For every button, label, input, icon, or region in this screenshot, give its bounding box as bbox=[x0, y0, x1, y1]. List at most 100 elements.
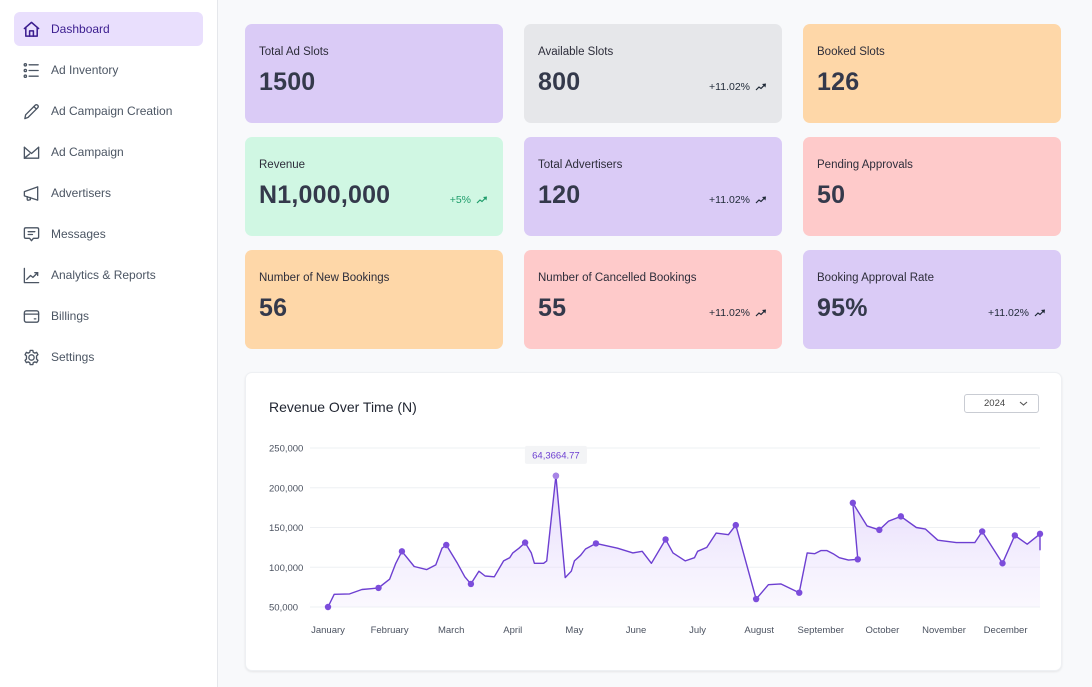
stat-card-total-ad-slots: Total Ad Slots 1500 bbox=[245, 24, 503, 123]
stat-delta: +11.02% bbox=[709, 81, 767, 93]
data-point bbox=[662, 536, 669, 543]
chart-title: Revenue Over Time (N) bbox=[269, 399, 417, 415]
tooltip-point bbox=[552, 472, 560, 480]
stat-delta: +11.02% bbox=[709, 194, 767, 206]
stat-label: Number of New Bookings bbox=[259, 272, 390, 284]
stat-label: Available Slots bbox=[538, 46, 614, 58]
x-tick-label: December bbox=[984, 625, 1028, 636]
sidebar-item-label: Ad Campaign Creation bbox=[51, 104, 173, 118]
chart-line-icon bbox=[21, 265, 41, 285]
delta-text: +5% bbox=[449, 194, 471, 206]
sidebar-item-ad-campaign[interactable]: Ad Campaign bbox=[14, 135, 203, 169]
card-icon bbox=[21, 306, 41, 326]
year-select[interactable]: 2024 bbox=[964, 394, 1039, 413]
sidebar-item-advertisers[interactable]: Advertisers bbox=[14, 176, 203, 210]
sidebar-item-analytics-reports[interactable]: Analytics & Reports bbox=[14, 258, 203, 292]
home-icon bbox=[21, 19, 41, 39]
x-tick-label: August bbox=[744, 625, 774, 636]
stat-card-revenue: Revenue N1,000,000 +5% bbox=[245, 137, 503, 236]
delta-text: +11.02% bbox=[709, 81, 750, 93]
sidebar-item-ad-inventory[interactable]: Ad Inventory bbox=[14, 53, 203, 87]
data-point bbox=[443, 541, 450, 549]
stat-delta: +11.02% bbox=[988, 307, 1046, 319]
data-point bbox=[999, 560, 1006, 567]
stat-label: Total Ad Slots bbox=[259, 46, 329, 58]
list-icon bbox=[21, 60, 41, 80]
x-tick-label: February bbox=[371, 625, 409, 636]
area-fill bbox=[328, 475, 1040, 607]
stat-label: Revenue bbox=[259, 159, 306, 171]
y-tick-label: 200,000 bbox=[269, 483, 303, 494]
sidebar-item-ad-campaign-creation[interactable]: Ad Campaign Creation bbox=[14, 94, 203, 128]
delta-text: +11.02% bbox=[709, 307, 750, 319]
data-point bbox=[849, 499, 857, 507]
sidebar-item-label: Analytics & Reports bbox=[51, 268, 156, 282]
data-point bbox=[978, 528, 986, 535]
pencil-icon bbox=[21, 101, 41, 121]
sidebar: Dashboard Ad Inventory Ad Campaign Creat… bbox=[0, 0, 218, 687]
stat-value: 56 bbox=[259, 294, 288, 322]
data-point bbox=[876, 526, 883, 534]
x-tick-label: July bbox=[689, 625, 706, 636]
sidebar-item-label: Billings bbox=[51, 309, 90, 323]
sidebar-item-settings[interactable]: Settings bbox=[14, 340, 203, 374]
y-tick-label: 150,000 bbox=[269, 523, 303, 534]
stat-label: Booking Approval Rate bbox=[817, 272, 934, 284]
stat-label: Total Advertisers bbox=[538, 159, 623, 171]
sidebar-item-label: Messages bbox=[51, 227, 106, 241]
data-point bbox=[592, 540, 600, 547]
stat-card-booking-approval-rate: Booking Approval Rate 95% +11.02% bbox=[803, 250, 1061, 349]
trend-up-icon bbox=[1034, 309, 1045, 317]
x-tick-label: January bbox=[311, 625, 345, 636]
data-point bbox=[467, 580, 475, 588]
y-tick-label: 100,000 bbox=[269, 563, 303, 574]
trend-up-icon bbox=[755, 309, 766, 317]
chevron-down-icon bbox=[1019, 401, 1028, 406]
trend-up-icon bbox=[755, 83, 766, 91]
sidebar-item-label: Advertisers bbox=[51, 186, 112, 200]
trend-up-icon bbox=[755, 196, 766, 204]
trend-up-icon bbox=[476, 196, 487, 204]
data-point bbox=[1011, 532, 1019, 539]
data-point bbox=[752, 595, 760, 603]
stat-label: Number of Cancelled Bookings bbox=[538, 272, 697, 284]
data-point bbox=[398, 548, 406, 555]
x-tick-label: June bbox=[626, 625, 647, 636]
revenue-chart: 50,000 100,000 150,000 200,000 250,000 Januar… bbox=[269, 444, 1044, 636]
stat-card-pending-approvals: Pending Approvals 50 bbox=[803, 137, 1061, 236]
stat-label: Booked Slots bbox=[817, 46, 885, 58]
revenue-chart-card: 50,000 100,000 150,000 200,000 250,000 Januar… bbox=[245, 372, 1062, 671]
stat-card-cancelled-bookings: Number of Cancelled Bookings 55 +11.02% bbox=[524, 250, 782, 349]
delta-text: +11.02% bbox=[709, 194, 750, 206]
delta-text: +11.02% bbox=[988, 307, 1029, 319]
stat-delta: +11.02% bbox=[709, 307, 767, 319]
year-select-value: 2024 bbox=[984, 398, 1006, 409]
data-point bbox=[796, 589, 803, 596]
stat-card-available-slots: Available Slots 800 +11.02% bbox=[524, 24, 782, 123]
stat-label: Pending Approvals bbox=[817, 159, 913, 171]
tooltip-label: 64,3664.77 bbox=[532, 450, 580, 461]
x-tick-label: November bbox=[922, 625, 966, 636]
envelope-icon bbox=[21, 142, 41, 162]
x-tick-label: September bbox=[798, 625, 844, 636]
stat-value: 50 bbox=[817, 181, 846, 209]
sidebar-item-label: Ad Inventory bbox=[51, 63, 119, 77]
data-point bbox=[1036, 530, 1044, 538]
x-tick-label: May bbox=[565, 625, 583, 636]
data-point bbox=[854, 556, 861, 563]
stat-value: 1500 bbox=[259, 68, 316, 96]
y-tick-label: 50,000 bbox=[269, 603, 298, 614]
data-point bbox=[897, 513, 905, 520]
stat-delta: +5% bbox=[450, 194, 488, 206]
x-tick-label: October bbox=[866, 625, 900, 636]
sidebar-item-messages[interactable]: Messages bbox=[14, 217, 203, 251]
x-tick-label: April bbox=[503, 625, 522, 636]
stat-card-new-bookings: Number of New Bookings 56 bbox=[245, 250, 503, 349]
stat-value: 126 bbox=[817, 68, 860, 96]
sidebar-item-billings[interactable]: Billings bbox=[14, 299, 203, 333]
sidebar-item-dashboard[interactable]: Dashboard bbox=[14, 12, 203, 46]
stat-card-total-advertisers: Total Advertisers 120 +11.02% bbox=[524, 137, 782, 236]
x-tick-label: March bbox=[438, 625, 464, 636]
data-point bbox=[732, 521, 739, 529]
y-tick-label: 250,000 bbox=[269, 444, 303, 455]
